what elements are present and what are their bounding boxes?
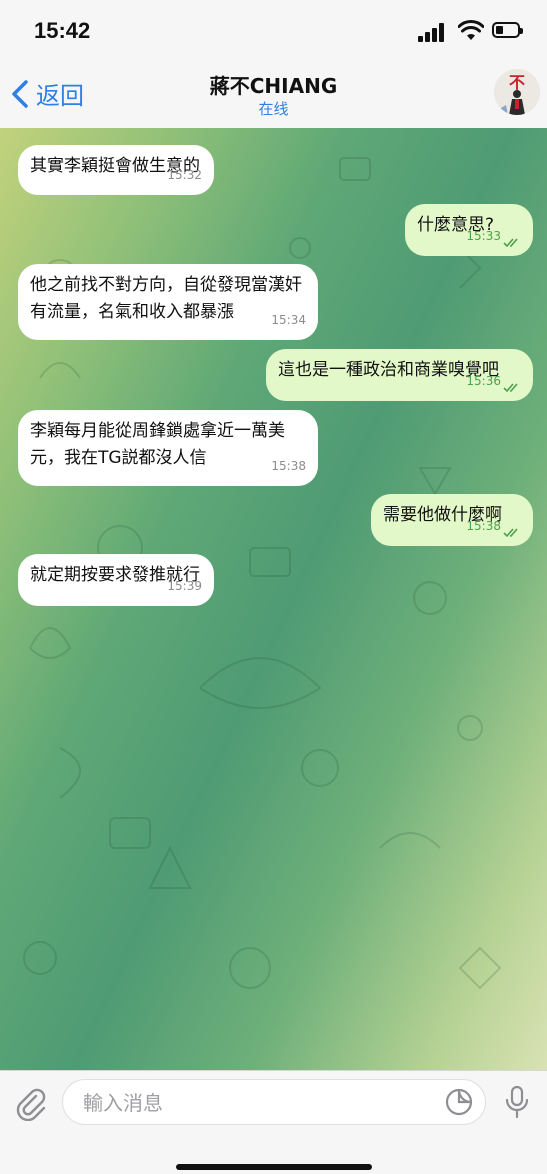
chat-background: 其實李穎挺會做生意的 15:32 什麼意思? 15:33 他之前找不對方向，自從… <box>0 128 547 1070</box>
home-indicator[interactable] <box>176 1164 372 1170</box>
message-bubble[interactable]: 他之前找不對方向，自從發現當漢奸有流量，名氣和收入都暴漲 15:34 <box>18 264 318 340</box>
avatar[interactable]: 不 <box>494 69 540 115</box>
message-bubble[interactable]: 就定期按要求發推就行 15:39 <box>18 554 214 606</box>
status-bar: 15:42 <box>0 0 547 62</box>
cellular-signal-icon <box>418 22 450 42</box>
message-text: 他之前找不對方向，自從發現當漢奸有流量，名氣和收入都暴漲 <box>30 275 302 322</box>
message-bubble[interactable]: 其實李穎挺會做生意的 15:32 <box>18 145 214 195</box>
chat-header: 返回 蔣不CHIANG 在线 不 <box>0 62 547 129</box>
message-time: 15:39 <box>167 579 202 593</box>
status-time: 15:42 <box>34 18 91 43</box>
double-check-icon <box>503 383 518 393</box>
online-status: 在线 <box>258 100 289 118</box>
message-time: 15:36 <box>466 374 501 388</box>
message-time: 15:33 <box>466 229 501 243</box>
message-bubble[interactable]: 李穎每月能從周鋒鎖處拿近一萬美元，我在TG説都沒人信 15:38 <box>18 410 318 486</box>
message-input[interactable] <box>81 1090 425 1116</box>
microphone-icon[interactable] <box>504 1085 530 1121</box>
message-input-field <box>62 1079 486 1125</box>
message-time: 15:34 <box>271 313 306 327</box>
message-bubble[interactable]: 什麼意思? 15:33 <box>405 204 533 256</box>
message-text: 李穎每月能從周鋒鎖處拿近一萬美元，我在TG説都沒人信 <box>30 421 285 468</box>
message-time: 15:38 <box>271 459 306 473</box>
double-check-icon <box>503 238 518 248</box>
double-check-icon <box>503 528 518 538</box>
wifi-icon <box>458 20 484 40</box>
paperclip-icon[interactable] <box>14 1087 48 1121</box>
message-bubble[interactable]: 需要他做什麼啊 15:38 <box>371 494 533 546</box>
sticker-icon[interactable] <box>445 1088 473 1116</box>
composer-bar <box>0 1070 547 1174</box>
svg-text:不: 不 <box>509 73 525 92</box>
chat-title[interactable]: 蔣不CHIANG <box>0 70 547 99</box>
message-time: 15:38 <box>466 519 501 533</box>
message-bubble[interactable]: 這也是一種政治和商業嗅覺吧 15:36 <box>266 349 533 401</box>
battery-icon <box>492 22 523 38</box>
message-time: 15:32 <box>167 168 202 182</box>
